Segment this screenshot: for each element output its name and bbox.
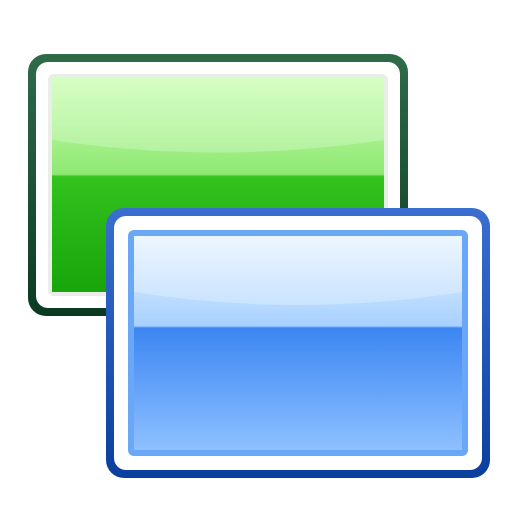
blue-window-gloss — [134, 236, 462, 305]
blue-window — [106, 208, 490, 478]
green-window-gloss — [52, 78, 384, 153]
switch-windows-icon — [0, 0, 512, 512]
windows-icon-graphic — [28, 54, 490, 478]
